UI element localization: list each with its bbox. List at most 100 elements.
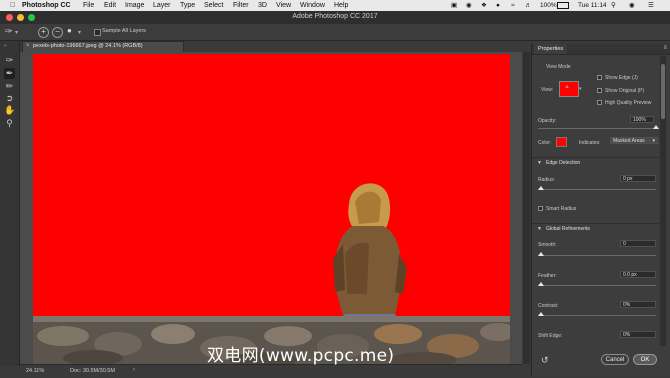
subtract-from-selection-icon[interactable]: − [52, 27, 63, 38]
view-mode-thumbnail[interactable]: ▲ [559, 81, 579, 97]
image-canvas[interactable] [33, 54, 510, 364]
document-tab[interactable]: × pexels-photo-196667.jpeg @ 24.1% (RGB/… [22, 41, 184, 52]
show-edge-label: Show Edge (J) [605, 75, 638, 81]
refine-edge-brush-tool-icon[interactable]: ✒ [4, 68, 15, 79]
view-mode-chevron-icon[interactable]: ▾ [579, 86, 582, 92]
siri-icon[interactable]: ◉ [629, 1, 635, 10]
menu-select[interactable]: Select [204, 1, 223, 10]
brush-tool-icon[interactable]: ✏ [4, 81, 15, 92]
edge-detection-section[interactable]: ▼ Edge Detection [532, 157, 659, 168]
panel-scrollbar-thumb[interactable] [661, 64, 665, 119]
opacity-slider-thumb[interactable] [653, 125, 659, 129]
collapse-chevron-icon[interactable]: ▼ [537, 160, 542, 166]
brush-picker-chevron-icon[interactable]: ▾ [78, 29, 81, 36]
color-label: Color: [538, 140, 552, 146]
zoom-tool-icon[interactable]: ⚲ [4, 118, 15, 129]
brush-size-icon[interactable]: ● [67, 26, 72, 35]
opacity-slider-track[interactable] [538, 128, 656, 129]
feather-value[interactable]: 0.0 px [620, 271, 656, 278]
shift-edge-label: Shift Edge: [538, 333, 563, 339]
tools-panel: » ✑ ✒ ✏ ➲ ✋ ⚲ [0, 41, 20, 366]
seated-woman-figure [333, 183, 407, 326]
notification-center-icon[interactable]: ☰ [648, 1, 654, 10]
menu-filter[interactable]: Filter [233, 1, 249, 10]
contrast-slider-thumb[interactable] [538, 312, 544, 316]
opacity-label: Opacity: [538, 118, 557, 124]
high-quality-preview-checkbox[interactable] [597, 100, 602, 105]
view-mode-heading: View Mode [546, 64, 571, 70]
document-size: Doc: 30.5M/30.5M [70, 368, 115, 374]
volume-icon[interactable]: ♬ [525, 1, 532, 10]
collapse-chevron-icon[interactable]: ▼ [537, 226, 542, 232]
opacity-value[interactable]: 100% [630, 116, 654, 123]
view-label: View: [541, 87, 554, 93]
contrast-slider-track[interactable] [538, 315, 656, 316]
lasso-tool-icon[interactable]: ➲ [4, 93, 15, 104]
tab-properties[interactable]: Properties [534, 44, 568, 54]
smooth-slider-thumb[interactable] [538, 252, 544, 256]
menu-layer[interactable]: Layer [153, 1, 171, 10]
zoom-level[interactable]: 24.11% [26, 368, 44, 374]
feather-slider-track[interactable] [538, 285, 656, 286]
reset-workspace-icon[interactable]: ↺ [541, 355, 549, 366]
edge-detection-title: Edge Detection [546, 160, 581, 166]
show-edge-checkbox[interactable] [597, 75, 602, 80]
spotlight-search-icon[interactable]: ⚲ [611, 1, 616, 10]
wifi-icon[interactable]: ≈ [511, 1, 515, 10]
window-title: Adobe Photoshop CC 2017 [292, 13, 378, 20]
radius-value[interactable]: 0 px [620, 175, 656, 182]
clock[interactable]: Tue 11:14 [578, 1, 607, 10]
smooth-slider-track[interactable] [538, 255, 656, 256]
status-bar: 24.11% Doc: 30.5M/30.5M › [20, 364, 522, 378]
sample-all-layers-checkbox[interactable] [94, 29, 101, 36]
feather-slider-thumb[interactable] [538, 282, 544, 286]
menu-type[interactable]: Type [180, 1, 195, 10]
menu-file[interactable]: File [83, 1, 94, 10]
cancel-button[interactable]: Cancel [601, 354, 629, 365]
close-tab-icon[interactable]: × [26, 43, 30, 49]
show-original-checkbox[interactable] [597, 88, 602, 93]
contrast-label: Contrast: [538, 303, 559, 309]
global-refinements-section[interactable]: ▼ Global Refinements [532, 223, 659, 234]
menu-app-name[interactable]: Photoshop CC [22, 1, 71, 10]
panel-menu-icon[interactable]: ≡ [663, 45, 667, 51]
smooth-label: Smooth: [538, 242, 557, 248]
menu-image[interactable]: Image [125, 1, 144, 10]
smart-radius-checkbox[interactable] [538, 206, 543, 211]
radius-slider-track[interactable] [538, 189, 656, 190]
indicates-select[interactable]: Masked Areas ▾ [610, 137, 658, 144]
dropbox-icon[interactable]: ❖ [481, 1, 487, 10]
menu-extra-icon-3[interactable]: ● [496, 1, 500, 10]
tool-preset-chevron-icon[interactable]: ▾ [15, 29, 18, 36]
collapse-toolbar-icon[interactable]: » [4, 43, 7, 49]
canvas-vertical-scrollbar[interactable] [523, 52, 530, 364]
window-title-bar: Adobe Photoshop CC 2017 [0, 11, 670, 25]
indicates-label: Indicates: [579, 140, 601, 146]
quick-selection-tool-icon[interactable]: ✑ [5, 26, 13, 37]
menu-help[interactable]: Help [334, 1, 348, 10]
menu-window[interactable]: Window [300, 1, 325, 10]
menu-edit[interactable]: Edit [104, 1, 116, 10]
status-menu-arrow-icon[interactable]: › [133, 367, 135, 373]
indicates-value: Masked Areas [613, 138, 645, 144]
ok-button[interactable]: OK [633, 354, 657, 365]
apple-menu-icon[interactable]:  [10, 1, 15, 10]
photo-svg [33, 183, 510, 364]
menu-3d[interactable]: 3D [258, 1, 267, 10]
contrast-value[interactable]: 0% [620, 301, 656, 308]
menu-extra-icon[interactable]: ▣ [451, 1, 457, 10]
quick-selection-tool-icon[interactable]: ✑ [4, 55, 15, 66]
add-to-selection-icon[interactable]: + [38, 27, 49, 38]
shift-edge-value[interactable]: 0% [620, 331, 656, 338]
radius-slider-thumb[interactable] [538, 186, 544, 190]
global-refinements-title: Global Refinements [546, 226, 590, 232]
smart-radius-label: Smart Radius [546, 206, 577, 212]
panel-scrollbar[interactable] [660, 56, 666, 346]
battery-percent[interactable]: 100% [540, 1, 557, 10]
document-area [20, 52, 522, 364]
hand-tool-icon[interactable]: ✋ [4, 105, 15, 116]
overlay-color-swatch[interactable] [556, 137, 567, 147]
menu-extra-icon-2[interactable]: ◉ [466, 1, 472, 10]
menu-view[interactable]: View [276, 1, 291, 10]
smooth-value[interactable]: 0 [620, 240, 656, 247]
